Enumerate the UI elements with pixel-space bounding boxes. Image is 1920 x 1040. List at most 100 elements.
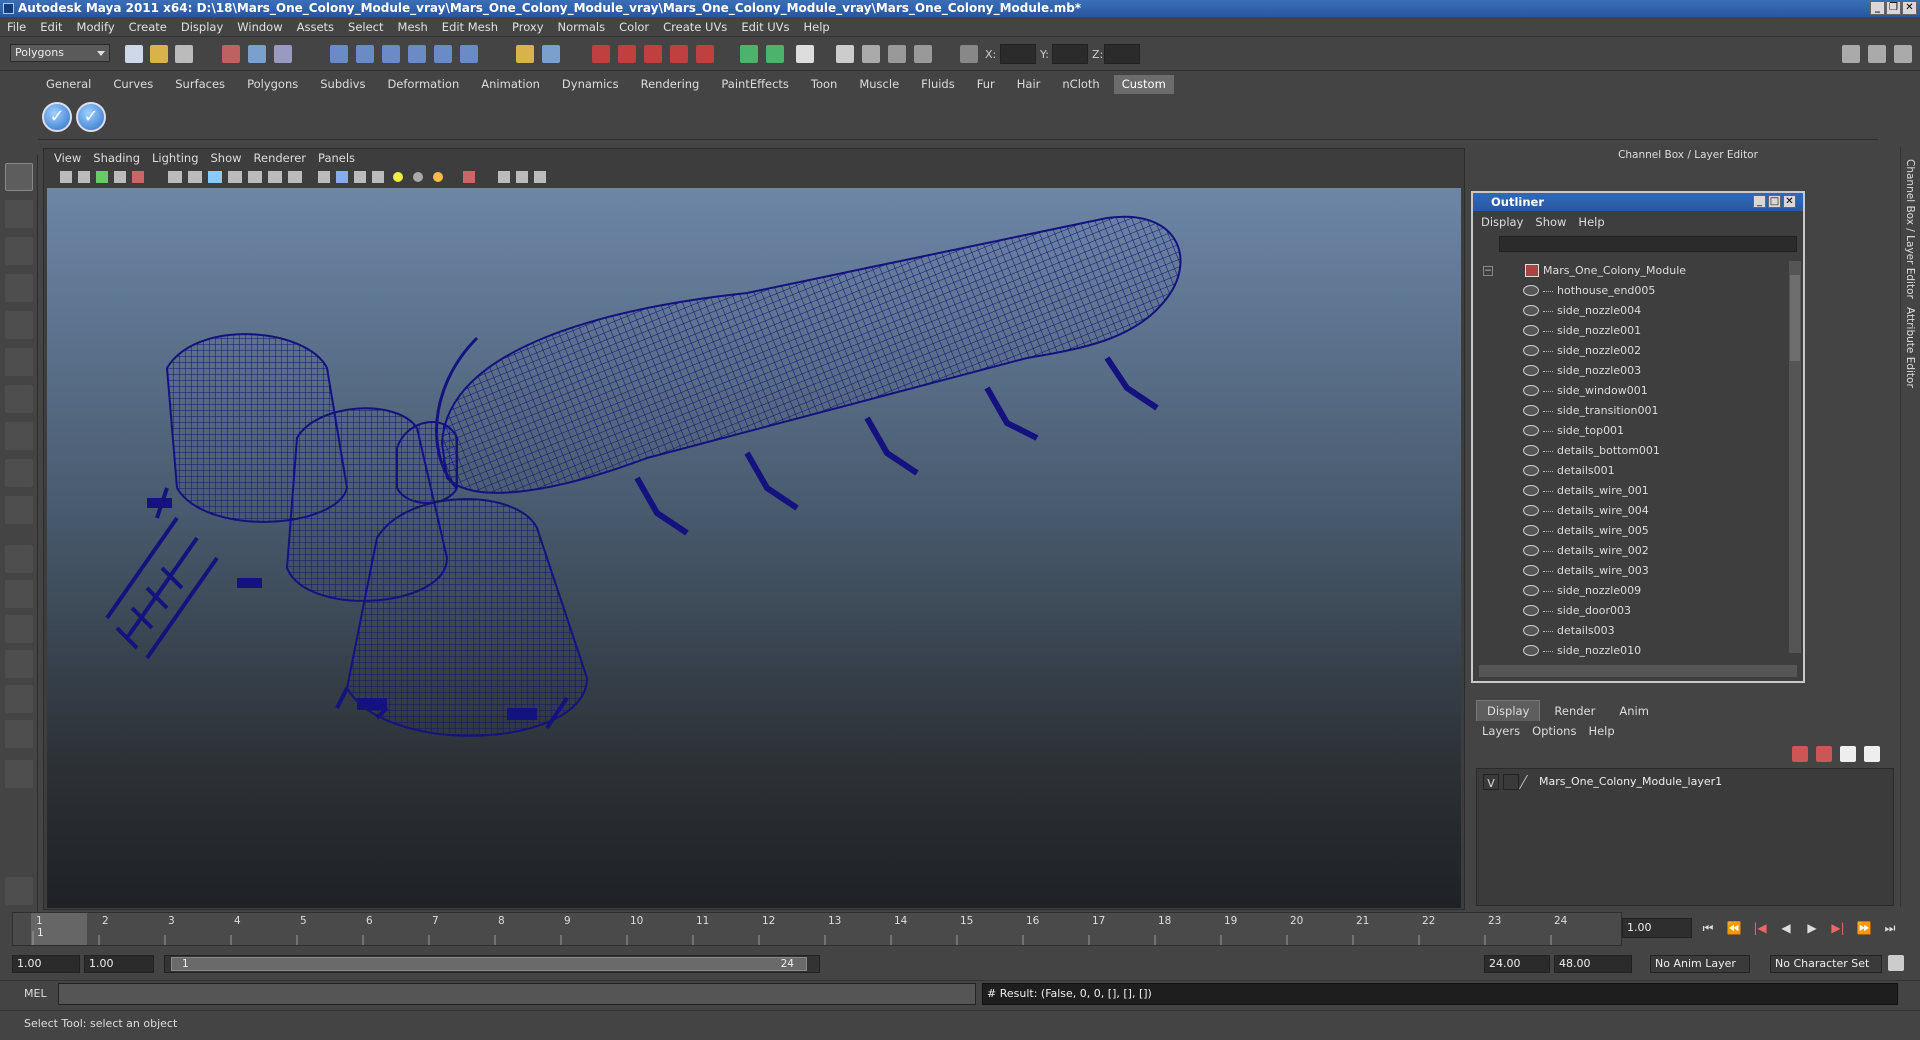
outliner-close-icon[interactable]: ✕ xyxy=(1783,195,1796,208)
viewport-menu-lighting[interactable]: Lighting xyxy=(146,150,204,167)
four-view-layout-icon[interactable] xyxy=(5,580,33,608)
menu-display[interactable]: Display xyxy=(174,17,230,37)
animation-end-field[interactable]: 48.00 xyxy=(1554,955,1632,973)
range-slider-thumb[interactable]: 1 24 xyxy=(171,957,807,971)
shelf-tab-fur[interactable]: Fur xyxy=(969,75,1003,94)
shelf-tab-toon[interactable]: Toon xyxy=(803,75,845,94)
lasso-tool-icon[interactable] xyxy=(5,200,33,228)
outliner-item[interactable]: side_nozzle001 xyxy=(1477,321,1787,341)
menu-mesh[interactable]: Mesh xyxy=(391,17,435,37)
magnet-surface-icon[interactable] xyxy=(670,45,688,63)
layer-menu-help[interactable]: Help xyxy=(1588,724,1614,738)
viewport-menu-panels[interactable]: Panels xyxy=(312,150,361,167)
outliner-horizontal-scrollbar[interactable] xyxy=(1479,665,1797,677)
make-live-icon[interactable] xyxy=(434,45,452,63)
scale-tool-icon[interactable] xyxy=(5,348,33,376)
time-slider[interactable]: 1 1 2 3 4 5 6 7 8 9 10 11 12 13 14 15 16… xyxy=(12,912,1622,946)
outliner-maximize-icon[interactable]: □ xyxy=(1768,195,1781,208)
maya-script-icon[interactable] xyxy=(5,877,33,905)
z-field[interactable] xyxy=(1104,44,1140,64)
magnet-icon[interactable] xyxy=(592,45,610,63)
play-backwards-icon[interactable]: ◀ xyxy=(1776,918,1796,938)
outliner-item[interactable]: side_top001 xyxy=(1477,421,1787,441)
outliner-root[interactable]: − Mars_One_Colony_Module xyxy=(1477,261,1787,281)
layer-visibility-toggle[interactable]: V xyxy=(1483,774,1499,790)
outliner-menu-help[interactable]: Help xyxy=(1578,215,1604,229)
viewport-menu-show[interactable]: Show xyxy=(205,150,248,167)
animation-start-field[interactable]: 1.00 xyxy=(12,955,80,973)
shelf-tab-deformation[interactable]: Deformation xyxy=(379,75,467,94)
input-ops-icon[interactable] xyxy=(542,45,560,63)
history-icon[interactable] xyxy=(460,45,478,63)
command-input[interactable] xyxy=(58,983,976,1005)
create-layer-from-selected-icon[interactable] xyxy=(1864,746,1880,762)
layer-move-down-icon[interactable] xyxy=(1816,746,1832,762)
outliner-item[interactable]: side_nozzle003 xyxy=(1477,361,1787,381)
shelf-tab-animation[interactable]: Animation xyxy=(473,75,548,94)
menu-create[interactable]: Create xyxy=(122,17,174,37)
layer-row[interactable]: V Mars_One_Colony_Module_layer1 xyxy=(1479,773,1889,791)
playback-end-field[interactable]: 24.00 xyxy=(1484,955,1550,973)
menu-help[interactable]: Help xyxy=(797,17,837,37)
layer-type-toggle[interactable] xyxy=(1503,774,1519,790)
step-forward-frame-icon[interactable]: ▶| xyxy=(1828,918,1848,938)
select-tool-icon[interactable] xyxy=(5,163,33,191)
rotate-tool-icon[interactable] xyxy=(5,311,33,339)
outliner-item[interactable]: side_door003 xyxy=(1477,601,1787,621)
shelf-tab-rendering[interactable]: Rendering xyxy=(633,75,708,94)
go-to-start-icon[interactable]: ⏮ xyxy=(1698,918,1718,938)
outliner-item[interactable]: side_nozzle002 xyxy=(1477,341,1787,361)
create-empty-layer-icon[interactable] xyxy=(1840,746,1856,762)
attribute-editor-side-tab[interactable]: Attribute Editor xyxy=(1904,307,1916,388)
open-scene-icon[interactable] xyxy=(150,45,168,63)
outliner-item[interactable]: hothouse_end005 xyxy=(1477,281,1787,301)
lock-icon[interactable] xyxy=(516,45,534,63)
menu-select[interactable]: Select xyxy=(341,17,390,37)
outliner-item[interactable]: side_nozzle009 xyxy=(1477,581,1787,601)
play-forwards-icon[interactable]: ▶ xyxy=(1802,918,1822,938)
checkmark-shelf-icon[interactable]: ✓ xyxy=(42,102,72,132)
step-forward-key-icon[interactable]: ⏩ xyxy=(1854,918,1874,938)
snap-view-plane-icon[interactable] xyxy=(408,45,426,63)
outliner-item[interactable]: side_nozzle004 xyxy=(1477,301,1787,321)
menu-color[interactable]: Color xyxy=(612,17,656,37)
soft-modification-icon[interactable] xyxy=(5,422,33,450)
layer-color-icon[interactable] xyxy=(1518,775,1540,789)
restore-icon[interactable]: ❐ xyxy=(1886,1,1901,15)
menu-assets[interactable]: Assets xyxy=(290,17,341,37)
step-back-frame-icon[interactable]: |◀ xyxy=(1750,918,1770,938)
y-field[interactable] xyxy=(1052,44,1088,64)
select-component-icon[interactable] xyxy=(274,45,292,63)
current-frame-field[interactable]: 1.00 xyxy=(1622,918,1692,938)
anim-layer-select[interactable]: No Anim Layer xyxy=(1650,955,1750,973)
render-current-frame-icon[interactable] xyxy=(766,45,784,63)
playback-start-field[interactable]: 1.00 xyxy=(84,955,154,973)
outliner-vertical-scrollbar[interactable] xyxy=(1789,261,1801,653)
snap-grid-icon[interactable] xyxy=(330,45,348,63)
outliner-item[interactable]: details_wire_003 xyxy=(1477,561,1787,581)
layer-tab-display[interactable]: Display xyxy=(1476,700,1541,721)
menu-modify[interactable]: Modify xyxy=(70,17,122,37)
layer-menu-layers[interactable]: Layers xyxy=(1482,724,1520,738)
shelf-tab-painteffects[interactable]: PaintEffects xyxy=(713,75,797,94)
hypershade-icon[interactable] xyxy=(862,45,880,63)
shelf-tab-hair[interactable]: Hair xyxy=(1009,75,1049,94)
menu-set-select[interactable]: Polygons xyxy=(10,44,110,62)
snap-curve-icon[interactable] xyxy=(356,45,374,63)
perspective-viewport[interactable] xyxy=(47,188,1461,908)
layout-options-icon[interactable] xyxy=(5,760,33,788)
outliner-menu-display[interactable]: Display xyxy=(1481,215,1523,229)
character-set-select[interactable]: No Character Set xyxy=(1770,955,1882,973)
magnet-live-icon[interactable] xyxy=(696,45,714,63)
auto-key-icon[interactable] xyxy=(1888,955,1904,971)
outliner-item[interactable]: details_wire_004 xyxy=(1477,501,1787,521)
shelf-tab-dynamics[interactable]: Dynamics xyxy=(554,75,627,94)
construction-history-icon[interactable] xyxy=(740,45,758,63)
step-back-key-icon[interactable]: ⏪ xyxy=(1724,918,1744,938)
toggle-attribute-editor-icon[interactable] xyxy=(1842,45,1860,63)
snap-point-icon[interactable] xyxy=(382,45,400,63)
collapse-icon[interactable]: − xyxy=(1483,266,1493,276)
outliner-item[interactable]: details_wire_001 xyxy=(1477,481,1787,501)
render-settings-icon[interactable] xyxy=(836,45,854,63)
render-globals-icon[interactable] xyxy=(914,45,932,63)
